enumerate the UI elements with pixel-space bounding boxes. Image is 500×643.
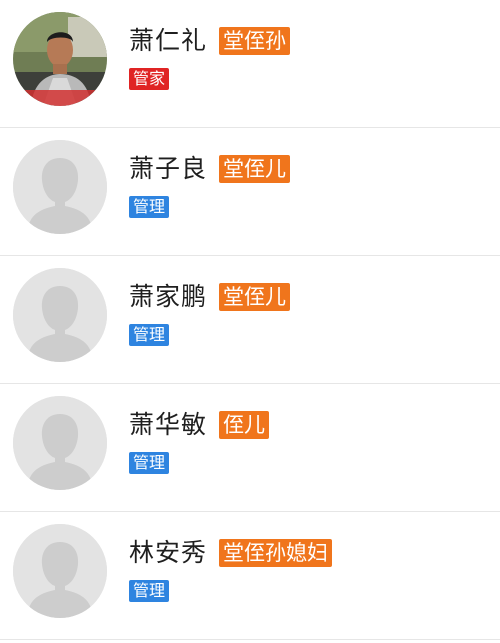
default-avatar-icon[interactable]	[13, 524, 107, 618]
relation-badge: 堂侄孙	[219, 27, 291, 55]
default-avatar-icon[interactable]	[13, 396, 107, 490]
name-line: 林安秀 堂侄孙媳妇	[129, 536, 333, 570]
member-name: 萧家鹏	[129, 282, 208, 311]
name-line: 萧仁礼 堂侄孙	[129, 24, 291, 58]
relation-badge: 堂侄儿	[219, 155, 291, 183]
member-row[interactable]: 萧家鹏 堂侄儿 管理	[0, 256, 500, 384]
member-name: 萧华敏	[129, 410, 208, 439]
member-row[interactable]: 林安秀 堂侄孙媳妇 管理	[0, 512, 500, 640]
default-avatar-icon[interactable]	[13, 140, 107, 234]
user-photo-avatar[interactable]	[13, 12, 107, 106]
member-row[interactable]: 萧仁礼 堂侄孙 管家	[0, 0, 500, 128]
name-line: 萧子良 堂侄儿	[129, 152, 291, 186]
member-list: 萧仁礼 堂侄孙 管家 萧子良 堂侄儿 管理 萧家鹏 堂侄儿 管理 萧华敏 侄儿 …	[0, 0, 500, 643]
name-line: 萧华敏 侄儿	[129, 408, 270, 442]
member-row[interactable]: 萧子良 堂侄儿 管理	[0, 128, 500, 256]
role-badge: 管理	[129, 580, 170, 602]
member-name: 萧子良	[129, 154, 208, 183]
default-avatar-icon[interactable]	[13, 268, 107, 362]
name-line: 萧家鹏 堂侄儿	[129, 280, 291, 314]
relation-badge: 堂侄儿	[219, 283, 291, 311]
member-name: 林安秀	[129, 538, 208, 567]
role-badge: 管理	[129, 452, 170, 474]
member-row[interactable]: 萧华敏 侄儿 管理	[0, 384, 500, 512]
role-badge: 管理	[129, 196, 170, 218]
role-badge: 管理	[129, 324, 170, 346]
relation-badge: 侄儿	[219, 411, 270, 439]
role-badge: 管家	[129, 68, 170, 90]
relation-badge: 堂侄孙媳妇	[219, 539, 333, 567]
member-name: 萧仁礼	[129, 26, 208, 55]
